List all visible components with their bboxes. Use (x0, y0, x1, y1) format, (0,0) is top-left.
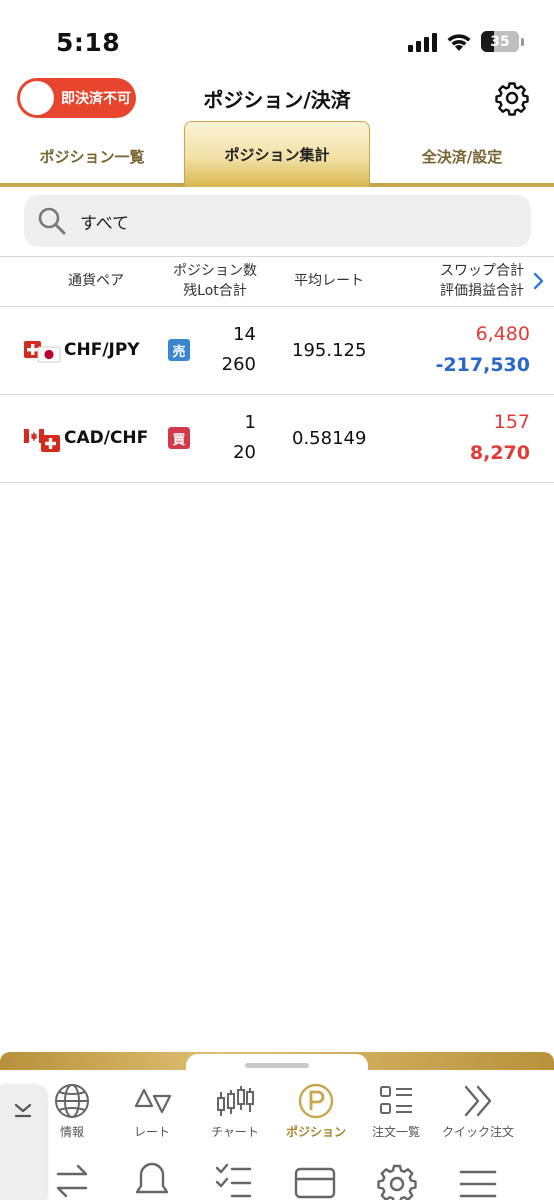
panel-center-tab (186, 1054, 368, 1084)
menu-icon[interactable] (456, 1160, 500, 1200)
position-p-icon (298, 1083, 334, 1119)
nav-quick-order[interactable]: クイック注文 (434, 1082, 522, 1144)
status-bar: 5:18 35 (0, 0, 554, 80)
nav-info[interactable]: 情報 (28, 1082, 116, 1144)
chf-jpy-flags-icon (24, 341, 61, 363)
page-title: ポジション/決済 (203, 88, 351, 112)
drag-handle[interactable] (245, 1063, 309, 1068)
gear-icon[interactable] (375, 1160, 419, 1200)
header-avg-rate: 平均レート (294, 273, 364, 289)
side-badge-sell: 売 (168, 339, 190, 361)
pair-name: CAD/CHF (64, 428, 149, 448)
search-value: すべて (80, 213, 130, 234)
chevron-right-icon[interactable] (530, 271, 546, 291)
tab-position-list[interactable]: ポジション一覧 (0, 128, 184, 184)
nav-label: クイック注文 (441, 1125, 514, 1139)
nav-label: チャート (211, 1125, 259, 1139)
nav-label: レート (133, 1125, 170, 1139)
nav-chart[interactable]: チャート (191, 1082, 279, 1144)
cad-chf-flags-icon (24, 429, 60, 452)
pnl-total: 8,270 (469, 442, 530, 464)
nav-position[interactable]: ポジション (272, 1082, 360, 1144)
header-count: ポジション数 残Lot合計 (160, 261, 270, 301)
wifi-icon (447, 33, 471, 51)
tab-settle-all[interactable]: 全決済/設定 (370, 128, 554, 184)
gear-icon[interactable] (494, 80, 530, 116)
header-pnl-total: 評価損益合計 (440, 283, 524, 299)
header-swap: スワップ合計 評価損益合計 (400, 261, 524, 301)
position-count: 1 (244, 412, 256, 433)
double-chevron-icon (464, 1085, 492, 1117)
nav-rate[interactable]: レート (108, 1082, 196, 1144)
table-row[interactable]: CAD/CHF 買 1 20 0.58149 157 8,270 (0, 395, 554, 483)
pnl-total: -217,530 (435, 354, 530, 376)
signal-icon (408, 32, 437, 52)
exchange-icon[interactable] (50, 1160, 94, 1200)
status-icons: 35 (407, 31, 524, 52)
candlestick-icon (217, 1086, 254, 1116)
search-icon (38, 207, 66, 235)
card-icon[interactable] (293, 1160, 337, 1200)
position-count: 14 (233, 324, 256, 345)
swap-total: 6,480 (475, 323, 530, 345)
nav-label: 注文一覧 (371, 1125, 420, 1139)
pair-name: CHF/JPY (64, 340, 140, 360)
tab-bar: ポジション一覧 ポジション集計 全決済/設定 (0, 120, 554, 188)
header-remaining-lot: 残Lot合計 (183, 283, 247, 299)
globe-icon (55, 1084, 89, 1118)
side-badge-buy: 買 (168, 427, 190, 449)
header: 即決済不可 ポジション/決済 (0, 76, 554, 122)
battery-cap (521, 37, 524, 46)
tab-position-summary[interactable]: ポジション集計 (184, 121, 370, 187)
nav-label: ポジション (285, 1125, 346, 1139)
table-header: 通貨ペア ポジション数 残Lot合計 平均レート スワップ合計 評価損益合計 (0, 256, 554, 307)
nav-label: 情報 (59, 1125, 84, 1139)
battery-level: 35 (490, 33, 510, 50)
header-swap-total: スワップ合計 (440, 263, 524, 279)
nav-order-list[interactable]: 注文一覧 (352, 1082, 440, 1144)
search-field[interactable]: すべて (24, 195, 531, 247)
status-time: 5:18 (56, 28, 121, 57)
remaining-lot: 20 (233, 442, 256, 463)
swap-total: 157 (493, 411, 530, 433)
checklist-icon[interactable] (212, 1160, 256, 1200)
order-list-icon (380, 1086, 412, 1114)
bell-icon[interactable] (130, 1160, 174, 1200)
table-row[interactable]: CHF/JPY 売 14 260 195.125 6,480 -217,530 (0, 307, 554, 395)
battery-icon: 35 (481, 31, 519, 52)
header-pair: 通貨ペア (68, 273, 124, 289)
rate-arrows-icon (134, 1088, 172, 1114)
header-position-count: ポジション数 (173, 263, 257, 279)
remaining-lot: 260 (221, 354, 256, 375)
